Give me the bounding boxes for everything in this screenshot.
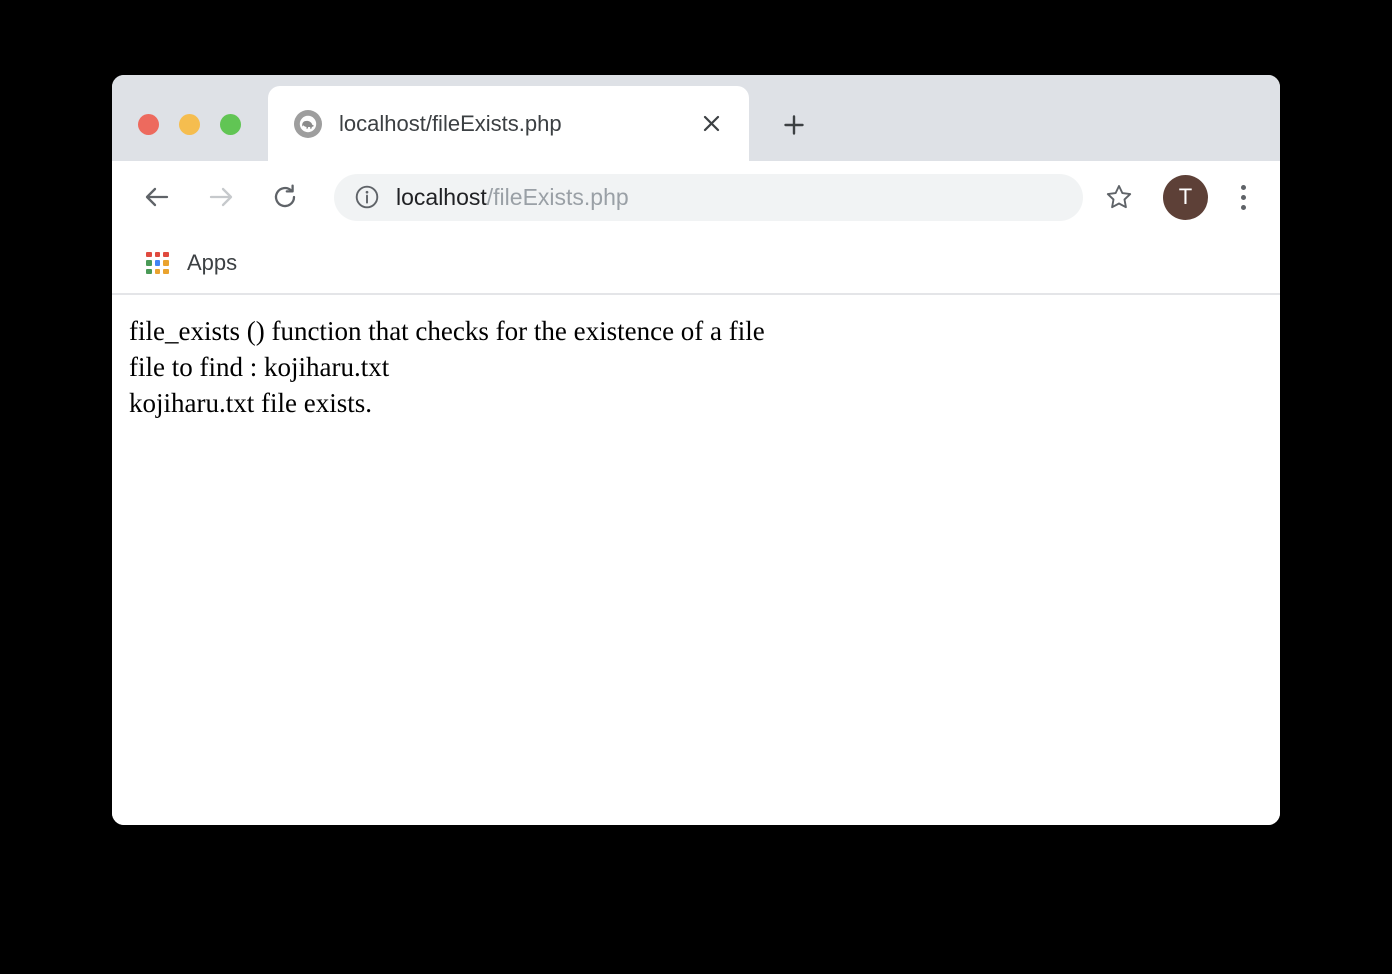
avatar[interactable]: T [1163,174,1208,220]
window-zoom-button[interactable] [220,114,241,135]
info-circle-icon[interactable] [354,184,380,210]
browser-tab[interactable]: localhost/fileExists.php [268,86,749,161]
reload-icon [274,184,296,208]
window-minimize-button[interactable] [179,114,200,135]
tab-strip: localhost/fileExists.php [112,75,1280,161]
three-dots-vertical-icon[interactable] [1224,175,1262,219]
address-bar-path: /fileExists.php [486,183,629,210]
apps-grid-icon [146,251,169,275]
plus-icon [784,115,804,135]
reload-button[interactable] [262,174,308,220]
arrow-left-icon [145,187,169,207]
php-elephant-icon [294,109,322,138]
bookmark-label-apps: Apps [187,250,238,275]
back-button[interactable] [134,174,180,220]
avatar-initial: T [1178,184,1193,209]
tab-title: localhost/fileExists.php [339,110,562,136]
address-bar[interactable]: localhost/fileExists.php [334,173,1083,221]
page-content: file_exists () function that checks for … [112,295,1280,825]
bookmarks-bar: Apps [112,233,1280,295]
forward-button [198,174,244,220]
browser-toolbar: localhost/fileExists.php T [112,161,1280,233]
bookmark-item-apps[interactable]: Apps [138,245,245,281]
browser-window: localhost/fileExists.php localhost/fileE… [112,75,1280,825]
new-tab-button[interactable] [772,103,816,147]
arrow-right-icon [209,187,233,207]
address-bar-url: localhost/fileExists.php [396,184,629,211]
page-text-line: kojiharu.txt file exists. [129,388,372,418]
page-text-line: file_exists () function that checks for … [129,316,765,346]
window-traffic-lights [138,114,241,135]
star-outline-icon[interactable] [1097,175,1141,219]
address-bar-host: localhost [396,183,487,210]
window-close-button[interactable] [138,114,159,135]
close-icon[interactable] [691,104,731,144]
page-text-line: file to find : kojiharu.txt [129,352,390,382]
